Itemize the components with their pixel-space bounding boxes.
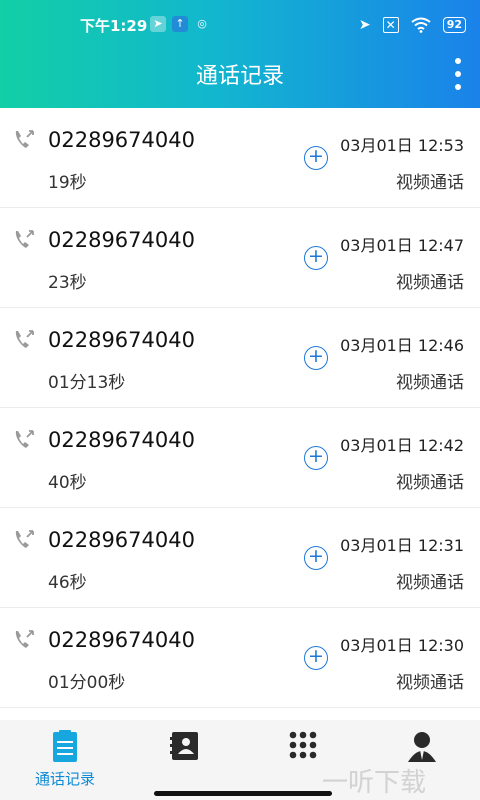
tab-label: 通话记录 [34, 770, 95, 788]
call-duration: 23秒 [48, 273, 87, 293]
profile-icon [408, 732, 436, 762]
call-datetime: 03月01日 12:30 [340, 636, 464, 655]
call-type: 视频通话 [396, 173, 464, 193]
watermark: 一听下载 [322, 768, 427, 798]
call-number: 02289674040 [48, 228, 195, 252]
battery-icon: 92 [442, 17, 466, 33]
location-icon: ➤ [358, 17, 371, 33]
status-right: ➤ ✕ 92 [359, 14, 466, 36]
call-direction-icon [15, 430, 34, 448]
call-log-row[interactable]: 02289674040 19秒 + 03月01日 12:53 视频通话 [0, 108, 480, 208]
target-icon: ◎ [197, 17, 207, 30]
add-contact-button[interactable]: + [304, 646, 328, 670]
call-type: 视频通话 [396, 673, 464, 693]
call-log-row[interactable]: 02289674040 46秒 + 03月01日 12:31 视频通话 [0, 508, 480, 608]
app-header: 下午1:29 ➤ ↑ ◎ ➤ ✕ 92 通话记录 [0, 0, 480, 108]
call-direction-icon [15, 230, 34, 248]
dialpad-icon [289, 731, 317, 759]
call-datetime: 03月01日 12:31 [340, 536, 464, 555]
call-direction-icon [15, 130, 34, 148]
call-duration: 19秒 [48, 173, 87, 193]
tab-contacts[interactable] [125, 730, 245, 790]
call-log-row[interactable]: 02289674040 23秒 + 03月01日 12:47 视频通话 [0, 208, 480, 308]
call-type: 视频通话 [396, 473, 464, 493]
add-contact-button[interactable]: + [304, 146, 328, 170]
page-title: 通话记录 [195, 64, 284, 89]
call-type: 视频通话 [396, 273, 464, 293]
add-contact-button[interactable]: + [304, 446, 328, 470]
status-time: 下午1:29 [80, 17, 148, 35]
call-type: 视频通话 [396, 573, 464, 593]
sim-icon: ✕ [382, 17, 399, 33]
menu-dot [455, 58, 461, 64]
call-type: 视频通话 [396, 373, 464, 393]
call-duration: 46秒 [48, 573, 87, 593]
call-duration: 01分00秒 [48, 673, 126, 693]
list-icon [53, 730, 77, 762]
call-datetime: 03月01日 12:53 [340, 136, 464, 155]
more-menu-icon[interactable] [450, 58, 466, 90]
call-datetime: 03月01日 12:46 [340, 336, 464, 355]
upload-icon: ↑ [172, 16, 188, 32]
call-number: 02289674040 [48, 528, 195, 552]
call-number: 02289674040 [48, 328, 195, 352]
tab-call-log[interactable]: 通话记录 [5, 730, 125, 790]
home-indicator[interactable] [154, 791, 332, 796]
location-share-icon: ➤ [150, 16, 166, 32]
call-log-list: 02289674040 19秒 + 03月01日 12:53 视频通话 0228… [0, 108, 480, 720]
call-number: 02289674040 [48, 428, 195, 452]
call-log-row[interactable]: 02289674040 01分00秒 + 03月01日 12:30 视频通话 [0, 608, 480, 708]
menu-dot [455, 84, 461, 90]
contacts-icon [170, 732, 198, 760]
call-direction-icon [15, 630, 34, 648]
call-log-row[interactable]: 02289674040 01分13秒 + 03月01日 12:46 视频通话 [0, 308, 480, 408]
call-datetime: 03月01日 12:47 [340, 236, 464, 255]
call-direction-icon [15, 330, 34, 348]
call-direction-icon [15, 530, 34, 548]
add-contact-button[interactable]: + [304, 546, 328, 570]
add-contact-button[interactable]: + [304, 346, 328, 370]
call-duration: 01分13秒 [48, 373, 126, 393]
call-log-row[interactable]: 02289674040 40秒 + 03月01日 12:42 视频通话 [0, 408, 480, 508]
call-datetime: 03月01日 12:42 [340, 436, 464, 455]
status-bar: 下午1:29 ➤ ↑ ◎ ➤ ✕ 92 [0, 0, 480, 52]
call-number: 02289674040 [48, 628, 195, 652]
call-duration: 40秒 [48, 473, 87, 493]
call-number: 02289674040 [48, 128, 195, 152]
menu-dot [455, 71, 461, 77]
add-contact-button[interactable]: + [304, 246, 328, 270]
wifi-icon [411, 17, 431, 33]
